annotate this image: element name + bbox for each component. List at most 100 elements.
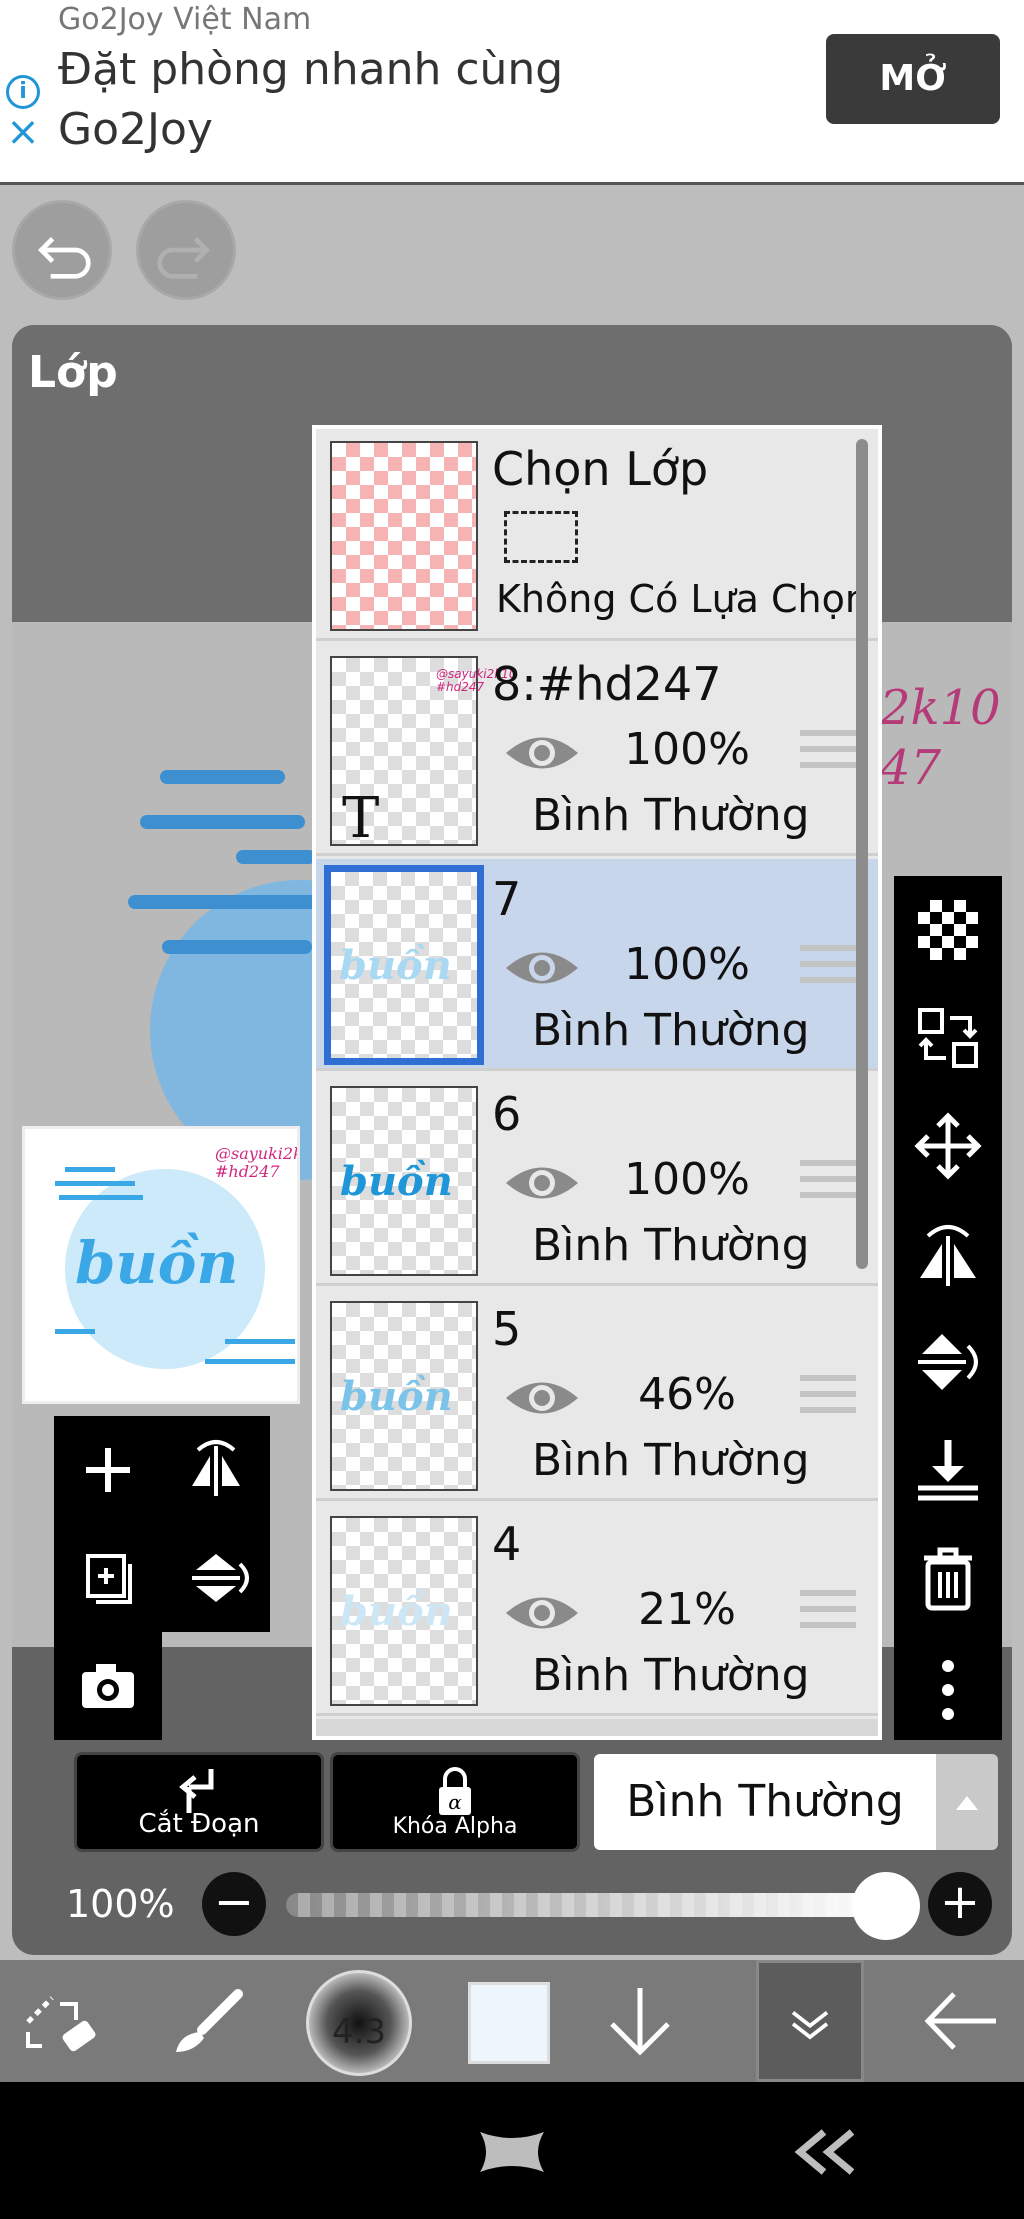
layer-opacity: 100% (624, 724, 750, 775)
clipping-button[interactable]: Cắt Đoạn (74, 1752, 324, 1852)
eye-icon[interactable] (502, 728, 582, 778)
info-icon[interactable]: i (6, 75, 40, 109)
ad-headline[interactable]: Đặt phòng nhanh cùng Go2Joy (58, 40, 618, 160)
layer-row[interactable]: buồn 5 46% Bình Thường (316, 1289, 878, 1501)
layer-blend-mode: Bình Thường (532, 1650, 810, 1701)
drag-handle-icon[interactable] (800, 1590, 856, 1634)
selection-layer-row[interactable]: Chọn Lớp Không Có Lựa Chọn (316, 429, 878, 641)
merge-down-icon[interactable] (914, 1436, 982, 1504)
preview-word: buồn (75, 1229, 239, 1297)
eye-icon[interactable] (502, 1588, 582, 1638)
preview-line (55, 1329, 95, 1334)
camera-button[interactable] (54, 1632, 162, 1740)
text-layer-icon: T (342, 786, 380, 851)
checkerboard-icon[interactable] (914, 896, 982, 964)
redo-button[interactable] (136, 200, 236, 300)
opacity-slider-track[interactable] (286, 1893, 886, 1917)
close-icon[interactable]: × (6, 112, 40, 152)
selection-status: Không Có Lựa Chọn (496, 577, 869, 621)
eye-icon[interactable] (502, 943, 582, 993)
panel-title: Lớp (28, 347, 118, 398)
flip-horizontal-icon (192, 1440, 240, 1496)
opacity-slider-knob[interactable] (852, 1872, 920, 1940)
opacity-increase-button[interactable]: + (928, 1872, 992, 1936)
double-chevron-left-icon[interactable] (790, 2126, 860, 2178)
add-layer-button[interactable] (54, 1416, 162, 1524)
flip-vertical-button[interactable] (162, 1524, 270, 1632)
flip-vertical-icon[interactable] (914, 1328, 982, 1396)
ad-banner[interactable]: Go2Joy Việt Nam Đặt phòng nhanh cùng Go2… (0, 0, 1024, 185)
drag-handle-icon[interactable] (800, 1160, 856, 1204)
more-options-icon[interactable] (914, 1656, 982, 1724)
opacity-decrease-button[interactable]: − (202, 1872, 266, 1936)
selection-layer-title: Chọn Lớp (492, 442, 709, 496)
arrow-left-icon (924, 1992, 996, 2050)
transform-select-tool[interactable] (0, 1960, 128, 2082)
preview-line (55, 1181, 135, 1186)
drag-handle-icon[interactable] (800, 945, 856, 989)
arrow-down-icon (610, 1988, 670, 2056)
layer-blend-mode: Bình Thường (532, 1220, 810, 1271)
move-layer-down-tool[interactable] (576, 1960, 704, 2082)
clipping-label: Cắt Đoạn (138, 1809, 260, 1839)
blend-mode-select[interactable]: Bình Thường (594, 1754, 936, 1850)
canvas-preview-thumbnail[interactable]: @sayuki2k10 #hd247 buồn (22, 1126, 300, 1404)
preview-signature-line: @sayuki2k10 (215, 1144, 297, 1163)
eye-icon[interactable] (502, 1373, 582, 1423)
eye-icon[interactable] (502, 1158, 582, 1208)
alpha-lock-button[interactable]: α Khóa Alpha (330, 1752, 580, 1852)
ad-advertiser: Go2Joy Việt Nam (58, 2, 312, 37)
add-image-layer-button[interactable] (54, 1524, 162, 1632)
layer-row[interactable]: buồn 4 21% Bình Thường (316, 1504, 878, 1716)
canvas-deco-line (236, 850, 316, 864)
layer-thumbnail: buồn (324, 865, 484, 1065)
ad-open-button[interactable]: MỞ (826, 34, 1000, 124)
lock-icon: α (439, 1767, 471, 1815)
layer-list-inner: Chọn Lớp Không Có Lựa Chọn @sayuki2k10 #… (316, 429, 878, 1736)
layer-thumbnail-art: buồn (340, 1373, 453, 1420)
layer-list[interactable]: Chọn Lớp Không Có Lựa Chọn @sayuki2k10 #… (312, 425, 882, 1740)
preview-signature: @sayuki2k10 #hd247 (215, 1144, 297, 1181)
layer-row-selected[interactable]: buồn 7 100% Bình Thường (316, 859, 878, 1071)
preview-line (225, 1339, 295, 1344)
layer-row[interactable]: buồn 6 100% Bình Thường (316, 1074, 878, 1286)
layers-chevron-icon (791, 2011, 829, 2040)
canvas-deco-line (128, 895, 318, 909)
layer-row[interactable]: @sayuki2k10 #hd247 T 8:#hd247 100% Bình … (316, 644, 878, 856)
layer-thumbnail: @sayuki2k10 #hd247 T (330, 656, 517, 851)
system-navigation-bar (0, 2082, 1024, 2219)
flip-horizontal-button[interactable] (162, 1416, 270, 1524)
layer-thumbnail-text: @sayuki2k10 #hd247 (436, 667, 517, 694)
layer-opacity: 100% (624, 939, 750, 990)
back-button[interactable] (896, 1960, 1024, 2082)
color-swatch[interactable] (468, 1982, 550, 2064)
layer-name: 6 (492, 1087, 522, 1141)
transfer-layer-icon[interactable] (914, 1004, 982, 1072)
triangle-up-icon (956, 1796, 978, 1810)
right-tool-strip (894, 876, 1002, 1740)
preview-line (205, 1359, 295, 1364)
canvas-watermark-line: 47 (880, 740, 942, 796)
trash-icon[interactable] (914, 1544, 982, 1612)
close-app-icon[interactable] (474, 2122, 550, 2182)
drag-handle-icon[interactable] (800, 730, 856, 774)
layers-tab-button[interactable] (756, 1960, 864, 2082)
undo-button[interactable] (12, 200, 112, 300)
drag-handle-icon[interactable] (800, 1375, 856, 1419)
layer-thumbnail-art: buồn (340, 1588, 453, 1635)
add-layer-icon (86, 1554, 132, 1604)
brush-icon (176, 1989, 243, 2052)
canvas-deco-line (162, 940, 312, 954)
brush-tool[interactable] (146, 1960, 274, 2082)
flip-horizontal-icon[interactable] (914, 1220, 982, 1288)
selection-layer-thumbnail (330, 441, 478, 631)
layer-list-scrollbar[interactable] (856, 439, 868, 1269)
layer-thumbnail: buồn (330, 1516, 478, 1706)
layer-thumbnail-art: buồn (340, 1158, 453, 1205)
blend-mode-dropdown-button[interactable] (936, 1754, 998, 1850)
layer-thumbnail-art: buồn (339, 942, 452, 989)
layer-opacity: 46% (638, 1369, 736, 1420)
layer-row-partial[interactable] (316, 1719, 878, 1736)
move-icon[interactable] (914, 1112, 982, 1180)
alpha-lock-label: Khóa Alpha (392, 1814, 518, 1839)
